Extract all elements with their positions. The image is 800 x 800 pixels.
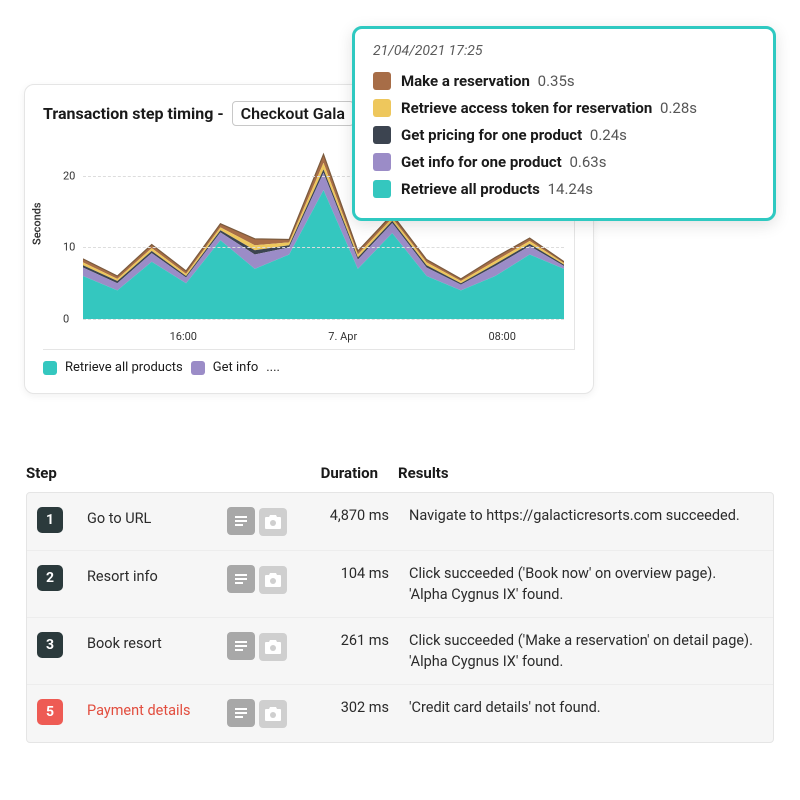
tooltip-swatch (373, 180, 391, 198)
tooltip-label: Retrieve all products (401, 180, 540, 198)
step-number-badge: 1 (37, 507, 63, 533)
step-duration: 302 ms (309, 699, 409, 716)
log-icon[interactable] (227, 699, 255, 727)
tooltip-swatch (373, 99, 391, 117)
steps-table: Step Duration Results 1 Go to URL 4,870 ms… (26, 454, 774, 743)
chart-tooltip: 21/04/2021 17:25 Make a reservation 0.35… (352, 26, 776, 221)
tooltip-item: Retrieve all products 14.24s (373, 175, 755, 202)
gridline (83, 247, 564, 248)
log-icon[interactable] (227, 632, 255, 660)
table-row: 2 Resort info 104 msClick succeeded ('Book… (27, 550, 773, 617)
step-name: Payment details (87, 699, 227, 719)
legend-label: Get info (213, 360, 259, 375)
chart-title-prefix: Transaction step timing - (43, 104, 228, 123)
camera-icon[interactable] (259, 700, 287, 728)
tooltip-value: 0.28s (656, 99, 697, 117)
step-duration: 261 ms (309, 632, 409, 649)
step-results: Navigate to https://galacticresorts.com … (409, 507, 763, 524)
result-line: Click succeeded ('Book now' on overview … (409, 565, 763, 582)
table-row: 5 Payment details 302 ms'Credit card detai… (27, 684, 773, 742)
log-icon[interactable] (227, 507, 255, 535)
tooltip-swatch (373, 153, 391, 171)
chart-legend: Retrieve all products Get info .... (43, 360, 575, 375)
tooltip-label: Get pricing for one product (401, 126, 582, 144)
chart-ylabel: Seconds (31, 202, 44, 245)
tooltip-timestamp: 21/04/2021 17:25 (373, 43, 755, 59)
step-name: Go to URL (87, 507, 227, 527)
legend-label: Retrieve all products (65, 360, 183, 375)
transaction-dropdown[interactable]: Checkout Gala (232, 101, 354, 126)
result-line: 'Alpha Cygnus IX' found. (409, 653, 763, 670)
tooltip-item: Get pricing for one product 0.24s (373, 121, 755, 148)
step-duration: 104 ms (309, 565, 409, 582)
tooltip-label: Retrieve access token for reservation (401, 99, 652, 117)
step-name: Book resort (87, 632, 227, 652)
xtick: 16:00 (170, 330, 197, 343)
step-results: Click succeeded ('Make a reservation' on… (409, 632, 763, 670)
tooltip-label: Make a reservation (401, 72, 530, 90)
legend-swatch (43, 361, 57, 375)
tooltip-value: 0.63s (566, 153, 607, 171)
table-row: 3 Book resort 261 msClick succeeded ('Make… (27, 617, 773, 684)
legend-more: .... (266, 360, 280, 375)
table-row: 1 Go to URL 4,870 msNavigate to https://ga… (27, 493, 773, 550)
ytick: 20 (63, 169, 75, 182)
header-results: Results (398, 464, 774, 482)
tooltip-item: Get info for one product 0.63s (373, 148, 755, 175)
tooltip-swatch (373, 126, 391, 144)
tooltip-value: 14.24s (544, 180, 593, 198)
tooltip-value: 0.35s (534, 72, 575, 90)
xtick: 7. Apr (328, 330, 357, 343)
chart-xlabels: 16:00 7. Apr 08:00 (83, 330, 564, 343)
legend-swatch (191, 361, 205, 375)
steps-header: Step Duration Results (26, 454, 774, 492)
step-name: Resort info (87, 565, 227, 585)
log-icon[interactable] (227, 565, 255, 593)
steps-rows: 1 Go to URL 4,870 msNavigate to https://ga… (26, 492, 774, 743)
tooltip-value: 0.24s (586, 126, 627, 144)
result-line: Navigate to https://galacticresorts.com … (409, 507, 763, 524)
ytick: 0 (63, 313, 69, 326)
tooltip-item: Make a reservation 0.35s (373, 67, 755, 94)
result-line: 'Credit card details' not found. (409, 699, 763, 716)
tooltip-label: Get info for one product (401, 153, 562, 171)
step-number-badge: 5 (37, 699, 63, 725)
tooltip-items: Make a reservation 0.35sRetrieve access … (373, 67, 755, 202)
header-duration: Duration (298, 464, 398, 482)
camera-icon[interactable] (259, 566, 287, 594)
result-line: 'Alpha Cygnus IX' found. (409, 586, 763, 603)
step-number-badge: 3 (37, 632, 63, 658)
step-number-badge: 2 (37, 565, 63, 591)
ytick: 10 (63, 241, 75, 254)
camera-icon[interactable] (259, 633, 287, 661)
xtick: 08:00 (488, 330, 515, 343)
gridline (83, 319, 564, 320)
tooltip-swatch (373, 72, 391, 90)
header-step: Step (26, 464, 76, 482)
step-results: Click succeeded ('Book now' on overview … (409, 565, 763, 603)
step-duration: 4,870 ms (309, 507, 409, 524)
result-line: Click succeeded ('Make a reservation' on… (409, 632, 763, 649)
tooltip-item: Retrieve access token for reservation 0.… (373, 94, 755, 121)
step-results: 'Credit card details' not found. (409, 699, 763, 716)
camera-icon[interactable] (259, 508, 287, 536)
